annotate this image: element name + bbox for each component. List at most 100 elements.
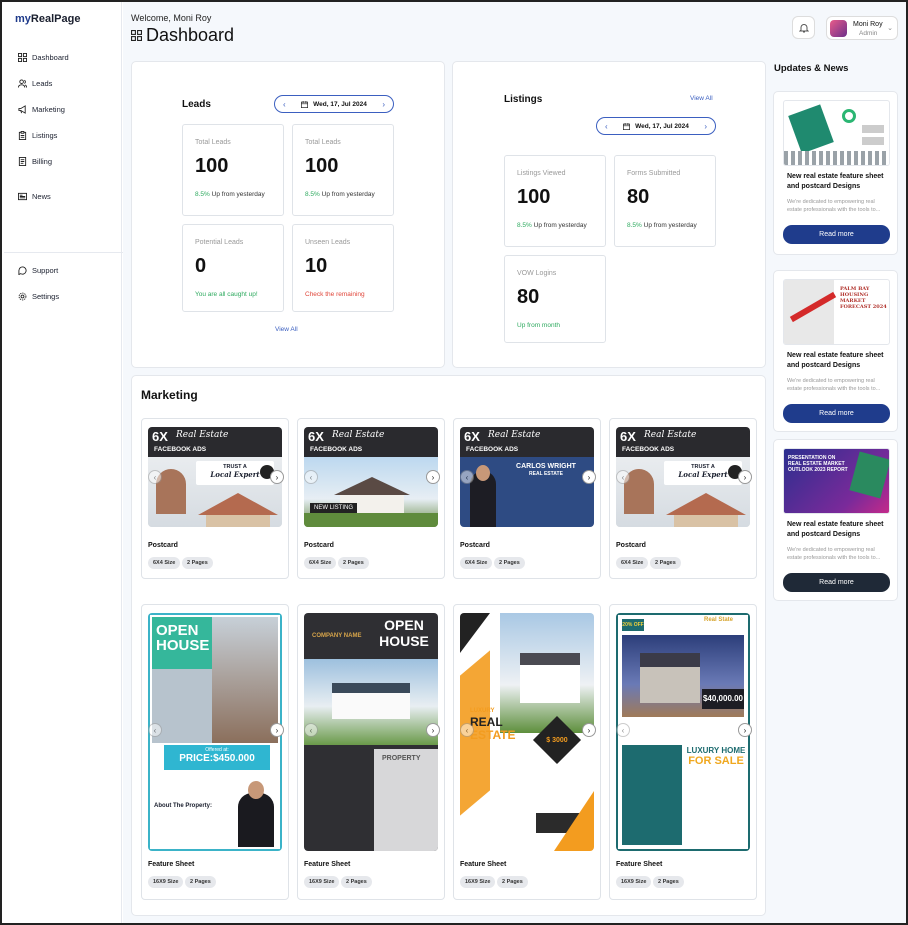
- template-thumbnail: 6X Real Estate FACEBOOK ADS NEW LISTING: [304, 427, 438, 527]
- template-card-postcard[interactable]: 6X Real Estate FACEBOOK ADS NEW LISTING …: [297, 418, 445, 579]
- sidebar-item-settings[interactable]: Settings: [18, 292, 59, 301]
- sidebar-item-billing[interactable]: Billing: [18, 157, 52, 166]
- template-card-feature-sheet[interactable]: COMPANY NAME OPEN HOUSE PROPERTY ‹ › Feat…: [297, 604, 445, 900]
- chevron-left-icon[interactable]: ‹: [304, 723, 318, 737]
- pages-tag: 2 Pages: [497, 876, 528, 888]
- read-more-button[interactable]: Read more: [783, 225, 890, 244]
- main-content: Welcome, Moni Roy Dashboard Moni Roy Adm…: [123, 2, 906, 923]
- stat-total-leads[interactable]: Total Leads 100 8.5% Up from yesterday: [182, 124, 284, 216]
- user-menu[interactable]: Moni Roy Admin ⌄: [826, 16, 898, 40]
- chevron-right-icon[interactable]: ›: [738, 470, 752, 484]
- chat-icon: [18, 266, 27, 275]
- calendar-icon: [623, 122, 631, 130]
- chevron-left-icon[interactable]: ‹: [283, 100, 286, 109]
- chevron-right-icon[interactable]: ›: [426, 470, 440, 484]
- listings-card: Listings View All ‹ Wed, 17, Jul 2024 › …: [452, 61, 766, 368]
- template-card-feature-sheet[interactable]: LUXURY REAL ESTATE $ 3000 ‹ › Feature She…: [453, 604, 601, 900]
- sidebar-item-label: Listings: [32, 131, 58, 140]
- pages-tag: 2 Pages: [653, 876, 684, 888]
- stat-listings-viewed[interactable]: Listings Viewed 100 8.5% Up from yesterd…: [504, 155, 606, 247]
- chevron-left-icon[interactable]: ‹: [460, 723, 474, 737]
- chevron-left-icon[interactable]: ‹: [616, 470, 630, 484]
- pages-tag: 2 Pages: [185, 876, 216, 888]
- chevron-right-icon[interactable]: ›: [704, 122, 707, 131]
- sidebar-item-listings[interactable]: Listings: [18, 131, 57, 140]
- read-more-button[interactable]: Read more: [783, 404, 890, 423]
- news-item-title: New real estate feature sheet and postca…: [787, 352, 884, 369]
- chevron-left-icon[interactable]: ‹: [148, 723, 162, 737]
- template-card-feature-sheet[interactable]: OPEN HOUSE Offered at: PRICE:$450.000 Abou…: [141, 604, 289, 900]
- stat-total-leads-2[interactable]: Total Leads 100 8.5% Up from yesterday: [292, 124, 394, 216]
- pages-tag: 2 Pages: [494, 557, 525, 569]
- template-thumbnail: OPEN HOUSE Offered at: PRICE:$450.000 Abou…: [148, 613, 282, 851]
- sidebar-item-support[interactable]: Support: [18, 266, 58, 275]
- template-card-postcard[interactable]: 6X Real Estate FACEBOOK ADS TRUST A Local…: [609, 418, 757, 579]
- news-image: [783, 100, 890, 166]
- app-logo[interactable]: myRealPage: [15, 13, 80, 25]
- chevron-right-icon[interactable]: ›: [582, 723, 596, 737]
- chevron-right-icon[interactable]: ›: [426, 723, 440, 737]
- news-card: PALM BAY HOUSING MARKET FORECAST 2024 Ne…: [773, 270, 898, 432]
- size-tag: 16X9 Size: [148, 876, 184, 888]
- pages-tag: 2 Pages: [338, 557, 369, 569]
- news-card: New real estate feature sheet and postca…: [773, 91, 898, 255]
- chevron-right-icon[interactable]: ›: [382, 100, 385, 109]
- chevron-left-icon[interactable]: ‹: [460, 470, 474, 484]
- read-more-button[interactable]: Read more: [783, 573, 890, 592]
- size-tag: 6X4 Size: [616, 557, 649, 569]
- template-thumbnail: LUXURY REAL ESTATE $ 3000: [460, 613, 594, 851]
- avatar: [830, 20, 847, 37]
- sidebar-item-leads[interactable]: Leads: [18, 79, 52, 88]
- gear-icon: [18, 292, 27, 301]
- user-name: Moni Roy: [853, 21, 883, 28]
- chevron-right-icon[interactable]: ›: [270, 470, 284, 484]
- listings-view-all-link[interactable]: View All: [690, 95, 713, 102]
- newspaper-icon: [18, 192, 27, 201]
- template-thumbnail: 6X Real Estate FACEBOOK ADS TRUST A Local…: [616, 427, 750, 527]
- news-item-desc: We're dedicated to empowering real estat…: [787, 199, 881, 213]
- chevron-left-icon[interactable]: ‹: [616, 723, 630, 737]
- sidebar-item-label: Settings: [32, 292, 60, 301]
- bell-icon: [798, 23, 809, 32]
- chevron-right-icon[interactable]: ›: [738, 723, 752, 737]
- sidebar-item-news[interactable]: News: [18, 192, 51, 201]
- sidebar-item-dashboard[interactable]: Dashboard: [18, 53, 69, 62]
- template-thumbnail: 6X Real Estate FACEBOOK ADS CARLOS WRIGH…: [460, 427, 594, 527]
- stat-unseen-leads[interactable]: Unseen Leads 10 Check the remaining: [292, 224, 394, 312]
- stat-potential-leads[interactable]: Potential Leads 0 You are all caught up!: [182, 224, 284, 312]
- leads-view-all-link[interactable]: View All: [275, 326, 298, 333]
- stat-vow-logins[interactable]: VOW Logins 80 Up from month: [504, 255, 606, 343]
- template-thumbnail: 20% OFF Real State $40,000.00 LUXURY HOM…: [616, 613, 750, 851]
- news-image: PRESENTATION ON REAL ESTATE MARKET OUTLO…: [783, 448, 890, 514]
- calendar-icon: [301, 100, 309, 108]
- size-tag: 16X9 Size: [460, 876, 496, 888]
- listings-date-picker[interactable]: ‹ Wed, 17, Jul 2024 ›: [596, 117, 716, 135]
- chevron-right-icon[interactable]: ›: [582, 470, 596, 484]
- template-card-feature-sheet[interactable]: 20% OFF Real State $40,000.00 LUXURY HOM…: [609, 604, 757, 900]
- chevron-left-icon[interactable]: ‹: [148, 470, 162, 484]
- welcome-text: Welcome, Moni Roy: [131, 13, 212, 23]
- chevron-left-icon[interactable]: ‹: [605, 122, 608, 131]
- sidebar-item-label: News: [32, 192, 51, 201]
- size-tag: 6X4 Size: [304, 557, 337, 569]
- notifications-button[interactable]: [792, 16, 815, 39]
- sidebar-item-label: Billing: [32, 157, 53, 166]
- chevron-right-icon[interactable]: ›: [270, 723, 284, 737]
- sidebar-item-label: Dashboard: [32, 53, 69, 62]
- news-item-title: New real estate feature sheet and postca…: [787, 173, 884, 190]
- sidebar-item-marketing[interactable]: Marketing: [18, 105, 65, 114]
- megaphone-icon: [18, 105, 26, 114]
- marketing-title: Marketing: [141, 388, 198, 402]
- leads-date-picker[interactable]: ‹ Wed, 17, Jul 2024 ›: [274, 95, 394, 113]
- user-role: Admin: [859, 30, 878, 37]
- pages-tag: 2 Pages: [650, 557, 681, 569]
- template-card-postcard[interactable]: 6X Real Estate FACEBOOK ADS CARLOS WRIGH…: [453, 418, 601, 579]
- chevron-down-icon: ⌄: [887, 25, 893, 32]
- stat-forms-submitted[interactable]: Forms Submitted 80 8.5% Up from yesterda…: [614, 155, 716, 247]
- size-tag: 6X4 Size: [148, 557, 181, 569]
- template-card-postcard[interactable]: 6X Real Estate FACEBOOK ADS TRUST A Local…: [141, 418, 289, 579]
- news-item-title: New real estate feature sheet and postca…: [787, 521, 884, 538]
- template-thumbnail: 6X Real Estate FACEBOOK ADS TRUST A Local…: [148, 427, 282, 527]
- news-item-desc: We're dedicated to empowering real estat…: [787, 378, 881, 392]
- chevron-left-icon[interactable]: ‹: [304, 470, 318, 484]
